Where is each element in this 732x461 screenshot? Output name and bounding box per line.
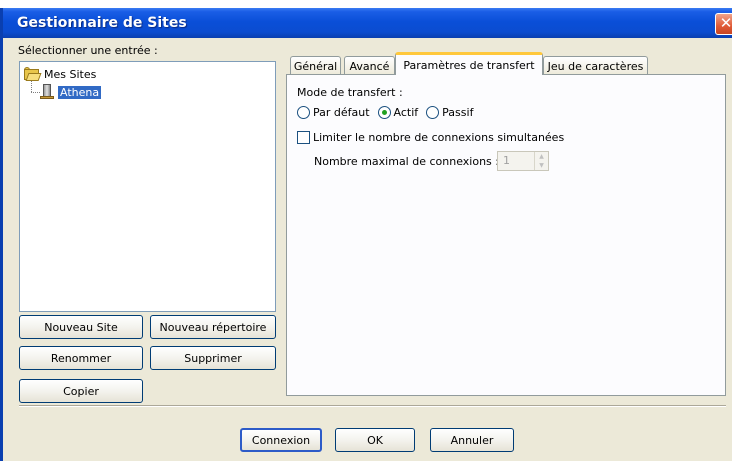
tree-item-mes-sites[interactable]: Mes Sites [24,66,96,82]
radio-circle-checked[interactable] [377,106,391,119]
tab-advanced[interactable]: Avancé [344,56,395,75]
max-connections-spinner: 1 ▲ ▼ [497,151,549,171]
new-site-button[interactable]: Nouveau Site [19,315,143,339]
transfer-mode-label: Mode de transfert : [297,86,403,99]
tab-transfer-settings[interactable]: Paramètres de transfert [395,52,543,75]
window-title: Gestionnaire de Sites [17,15,187,31]
spin-down-icon: ▼ [535,161,548,170]
radio-label: Par défaut [313,106,370,119]
new-folder-button[interactable]: Nouveau répertoire [150,315,276,339]
cancel-button[interactable]: Annuler [430,428,514,452]
spin-up-icon: ▲ [535,152,548,161]
limit-connections-label: Limiter le nombre de connexions simultan… [313,131,565,144]
rename-button[interactable]: Renommer [19,346,143,370]
limit-connections-row[interactable]: Limiter le nombre de connexions simultan… [297,131,564,144]
tree-item-label: Athena [58,85,102,99]
radio-label: Actif [393,106,419,119]
transfer-mode-group: Par défaut Actif Passif [297,106,481,119]
radio-passive[interactable]: Passif [426,106,473,119]
title-bar[interactable]: Gestionnaire de Sites ✕ [3,8,732,38]
close-button[interactable]: ✕ [715,13,732,35]
site-tree[interactable]: Mes Sites Athena [19,61,276,312]
delete-button[interactable]: Supprimer [150,346,276,370]
max-connections-value: 1 [503,154,510,167]
radio-default[interactable]: Par défaut [297,106,370,119]
tab-charset[interactable]: Jeu de caractères [543,56,648,75]
connect-button[interactable]: Connexion [240,428,322,452]
transfer-settings-panel [286,74,726,396]
radio-circle[interactable] [297,106,310,119]
tree-item-label: Mes Sites [44,67,97,81]
max-connections-label: Nombre maximal de connexions : [314,155,499,168]
server-icon [40,84,54,100]
ok-button[interactable]: OK [335,428,415,452]
limit-connections-checkbox[interactable] [297,131,310,144]
copy-button[interactable]: Copier [19,379,143,403]
radio-active[interactable]: Actif [377,106,419,119]
folder-open-icon [24,66,42,81]
spinner-buttons: ▲ ▼ [534,152,548,170]
tab-general[interactable]: Général [290,56,341,75]
radio-circle[interactable] [426,106,440,119]
tree-item-athena[interactable]: Athena [40,84,102,100]
select-entry-label: Sélectionner une entrée : [18,44,158,57]
footer-separator [19,405,726,407]
radio-label: Passif [442,106,474,119]
